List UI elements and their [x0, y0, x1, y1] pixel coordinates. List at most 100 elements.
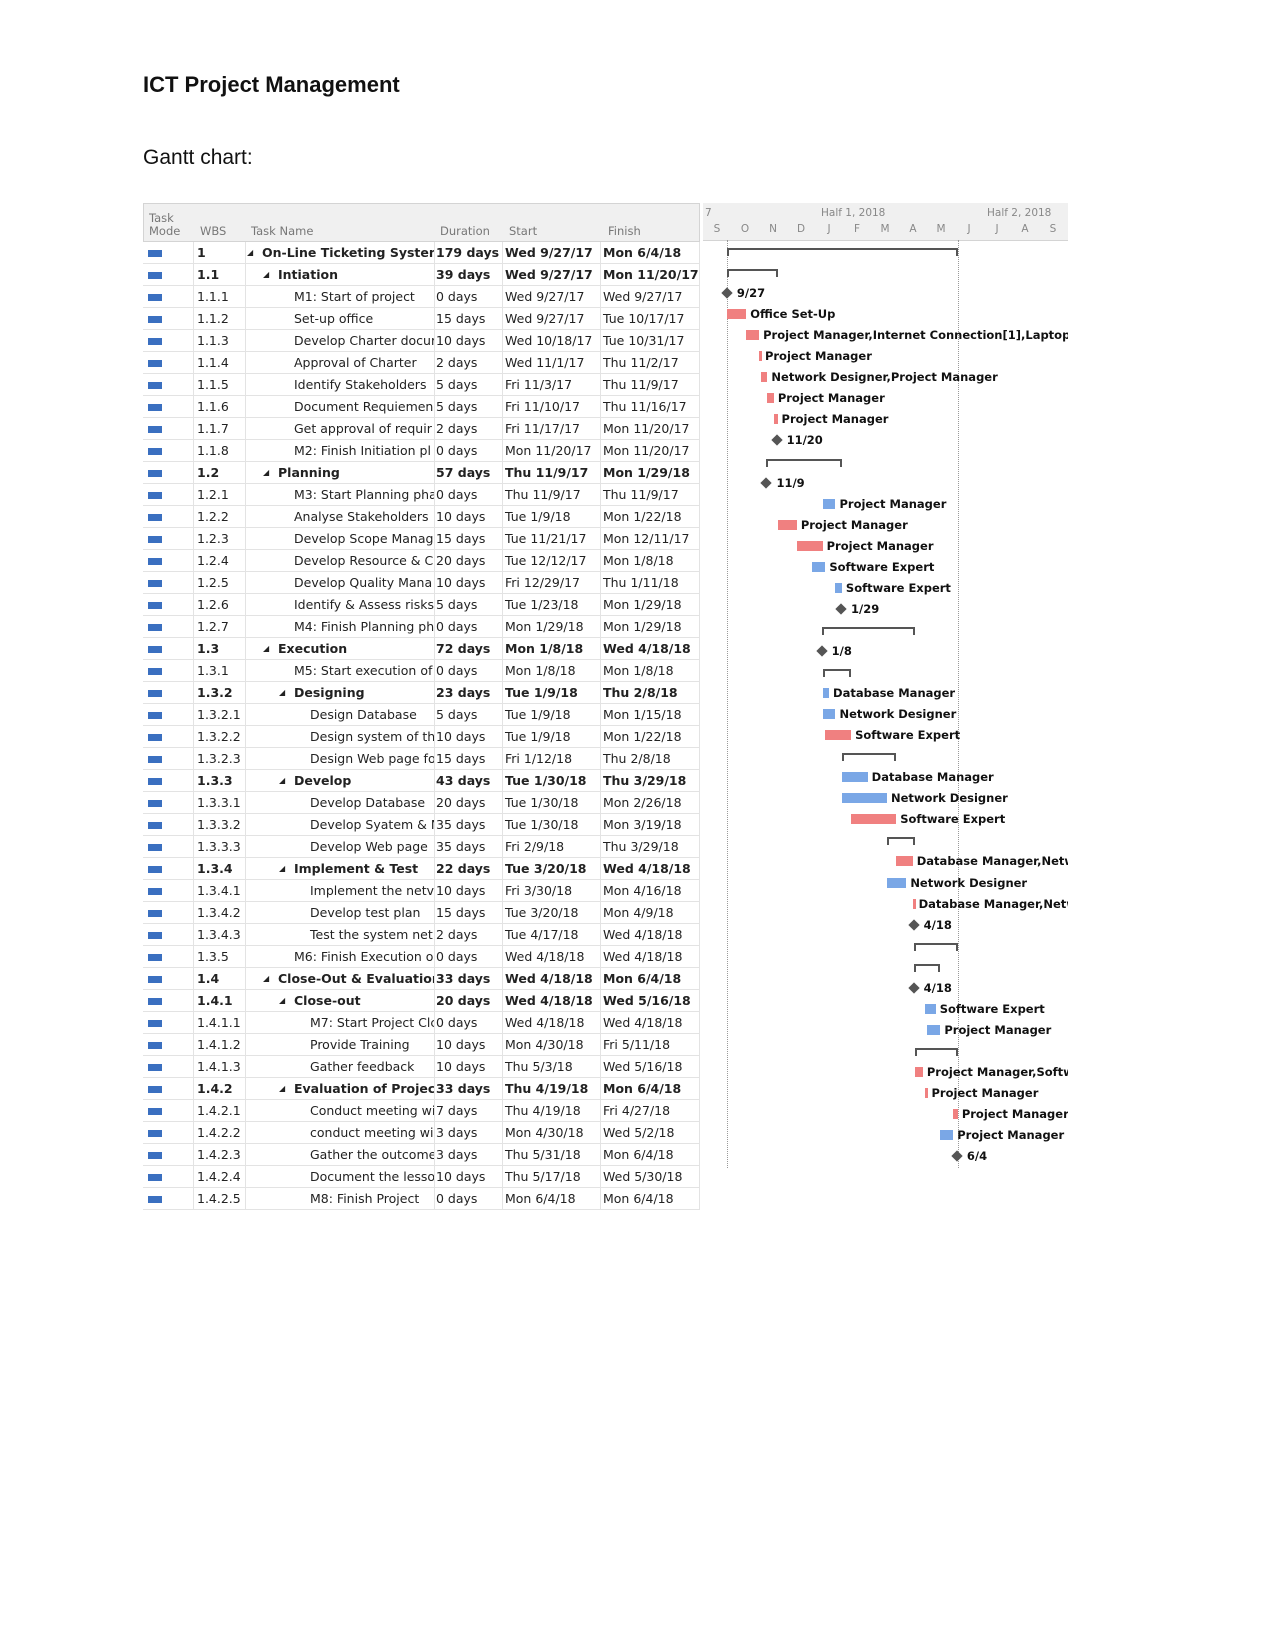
collapse-triangle-icon[interactable]: ◢	[279, 858, 285, 879]
header-task-mode[interactable]: Task Mode	[149, 212, 189, 238]
milestone-diamond[interactable]	[951, 1150, 963, 1162]
collapse-triangle-icon[interactable]: ◢	[263, 462, 269, 483]
task-bar[interactable]	[887, 877, 907, 888]
milestone-diamond[interactable]	[835, 603, 847, 615]
task-name-cell[interactable]: Document Requiemen	[246, 396, 435, 417]
task-bar[interactable]	[767, 393, 774, 404]
table-row[interactable]: 1.3.2.3 Design Web page fo 15 days Fri 1/12…	[143, 748, 700, 770]
task-bar[interactable]	[822, 709, 836, 720]
task-bar[interactable]	[914, 1066, 923, 1077]
table-row[interactable]: 1.4.1.1 M7: Start Project Clc 0 days Wed 4/…	[143, 1012, 700, 1034]
task-bar[interactable]	[940, 1130, 954, 1141]
task-name-cell[interactable]: ◢ Intiation	[246, 264, 435, 285]
milestone-diamond[interactable]	[816, 645, 828, 657]
table-row[interactable]: 1.3.2 ◢ Designing 23 days Tue 1/9/18 Thu 2/8/…	[143, 682, 700, 704]
task-name-cell[interactable]: Analyse Stakeholders	[246, 506, 435, 527]
summary-bar[interactable]	[913, 963, 941, 972]
collapse-triangle-icon[interactable]: ◢	[263, 638, 269, 659]
task-bar[interactable]	[746, 330, 760, 341]
table-row[interactable]: 1.4.1.2 Provide Training 10 days Mon 4/30/1…	[143, 1034, 700, 1056]
task-name-cell[interactable]: Test the system net	[246, 924, 435, 945]
header-start[interactable]: Start	[509, 224, 537, 238]
summary-bar[interactable]	[821, 626, 915, 635]
table-row[interactable]: 1.1.5 Identify Stakeholders 5 days Fri 11/3…	[143, 374, 700, 396]
task-name-cell[interactable]: Design Database	[246, 704, 435, 725]
table-row[interactable]: 1.1.7 Get approval of requir 2 days Fri 11/…	[143, 418, 700, 440]
table-row[interactable]: 1.2.4 Develop Resource & C 20 days Tue 12/1…	[143, 550, 700, 572]
summary-bar[interactable]	[766, 458, 842, 467]
task-name-cell[interactable]: Develop test plan	[246, 902, 435, 923]
table-row[interactable]: 1.2.5 Develop Quality Mana 10 days Fri 12/2…	[143, 572, 700, 594]
task-name-cell[interactable]: conduct meeting wi	[246, 1122, 435, 1143]
collapse-triangle-icon[interactable]: ◢	[247, 242, 253, 263]
table-row[interactable]: 1.1.3 Develop Charter docur 10 days Wed 10/…	[143, 330, 700, 352]
task-name-cell[interactable]: M8: Finish Project	[246, 1188, 435, 1209]
table-row[interactable]: 1.4.2.1 Conduct meeting wi 7 days Thu 4/19/…	[143, 1100, 700, 1122]
task-bar[interactable]	[835, 582, 842, 593]
table-row[interactable]: 1.4.2.4 Document the lesso 10 days Thu 5/17…	[143, 1166, 700, 1188]
task-name-cell[interactable]: Gather feedback	[246, 1056, 435, 1077]
collapse-triangle-icon[interactable]: ◢	[279, 1078, 285, 1099]
task-bar[interactable]	[796, 540, 823, 551]
task-name-cell[interactable]: ◢ Designing	[246, 682, 435, 703]
table-row[interactable]: 1.3.4.2 Develop test plan 15 days Tue 3/20/…	[143, 902, 700, 924]
collapse-triangle-icon[interactable]: ◢	[263, 264, 269, 285]
task-name-cell[interactable]: Develop Database	[246, 792, 435, 813]
table-row[interactable]: 1.1.8 M2: Finish Initiation pl 0 days Mon 1…	[143, 440, 700, 462]
table-row[interactable]: 1.1 ◢ Intiation 39 days Wed 9/27/17 Mon 11/20…	[143, 264, 700, 286]
task-bar[interactable]	[924, 1088, 928, 1098]
task-name-cell[interactable]: Develop Scope Manag	[246, 528, 435, 549]
table-row[interactable]: 1.3.2.2 Design system of th 10 days Tue 1/9…	[143, 726, 700, 748]
task-bar[interactable]	[812, 561, 826, 572]
table-row[interactable]: 1.2.3 Develop Scope Manag 15 days Tue 11/21…	[143, 528, 700, 550]
task-bar[interactable]	[825, 730, 852, 741]
collapse-triangle-icon[interactable]: ◢	[279, 682, 285, 703]
table-row[interactable]: 1.4.2.2 conduct meeting wi 3 days Mon 4/30/…	[143, 1122, 700, 1144]
task-name-cell[interactable]: Implement the netv	[246, 880, 435, 901]
summary-bar[interactable]	[726, 248, 958, 256]
task-name-cell[interactable]: ◢ On-Line Ticketing System	[246, 242, 435, 263]
task-bar[interactable]	[896, 856, 913, 867]
table-row[interactable]: 1.3.4 ◢ Implement & Test 22 days Tue 3/20/18…	[143, 858, 700, 880]
task-bar[interactable]	[912, 898, 916, 909]
header-wbs[interactable]: WBS	[200, 224, 226, 238]
task-name-cell[interactable]: ◢ Execution	[246, 638, 435, 659]
task-bar[interactable]	[822, 498, 836, 509]
table-row[interactable]: 1.4.1.3 Gather feedback 10 days Thu 5/3/18 W…	[143, 1056, 700, 1078]
task-name-cell[interactable]: Design Web page fo	[246, 748, 435, 769]
table-row[interactable]: 1.1.1 M1: Start of project 0 days Wed 9/27/…	[143, 286, 700, 308]
milestone-diamond[interactable]	[760, 476, 773, 489]
collapse-triangle-icon[interactable]: ◢	[279, 990, 285, 1011]
task-bar[interactable]	[953, 1109, 958, 1120]
task-name-cell[interactable]: Document the lesso	[246, 1166, 435, 1187]
task-name-cell[interactable]: Identify Stakeholders	[246, 374, 435, 395]
milestone-diamond[interactable]	[908, 918, 920, 931]
table-row[interactable]: 1.3.3 ◢ Develop 43 days Tue 1/30/18 Thu 3/29/…	[143, 770, 700, 792]
task-name-cell[interactable]: ◢ Close-out	[246, 990, 435, 1011]
summary-bar[interactable]	[887, 837, 915, 846]
milestone-diamond[interactable]	[770, 434, 783, 447]
table-row[interactable]: 1.3.4.3 Test the system net 2 days Tue 4/17…	[143, 924, 700, 946]
task-name-cell[interactable]: Get approval of requir	[246, 418, 435, 439]
task-bar[interactable]	[851, 814, 897, 825]
task-bar[interactable]	[726, 309, 747, 320]
table-row[interactable]: 1.1.2 Set-up office 15 days Wed 9/27/17 Tue …	[143, 308, 700, 330]
task-name-cell[interactable]: ◢ Close-Out & Evaluation	[246, 968, 435, 989]
task-name-cell[interactable]: Develop Resource & C	[246, 550, 435, 571]
task-name-cell[interactable]: Provide Training	[246, 1034, 435, 1055]
collapse-triangle-icon[interactable]: ◢	[279, 770, 285, 791]
table-row[interactable]: 1.4 ◢ Close-Out & Evaluation 33 days Wed 4/1…	[143, 968, 700, 990]
task-bar[interactable]	[759, 351, 763, 362]
task-name-cell[interactable]: Identify & Assess risks	[246, 594, 435, 615]
table-row[interactable]: 1.2.2 Analyse Stakeholders 10 days Tue 1/9/…	[143, 506, 700, 528]
summary-bar[interactable]	[913, 942, 958, 951]
task-name-cell[interactable]: M5: Start execution of	[246, 660, 435, 681]
summary-bar[interactable]	[914, 1047, 958, 1056]
task-name-cell[interactable]: Set-up office	[246, 308, 435, 329]
table-row[interactable]: 1.3.1 M5: Start execution of 0 days Mon 1/8…	[143, 660, 700, 682]
task-name-cell[interactable]: Develop Web page	[246, 836, 435, 857]
task-name-cell[interactable]: Conduct meeting wi	[246, 1100, 435, 1121]
table-row[interactable]: 1.1.4 Approval of Charter 2 days Wed 11/1/1…	[143, 352, 700, 374]
summary-bar[interactable]	[726, 269, 778, 278]
task-bar[interactable]	[777, 519, 797, 530]
